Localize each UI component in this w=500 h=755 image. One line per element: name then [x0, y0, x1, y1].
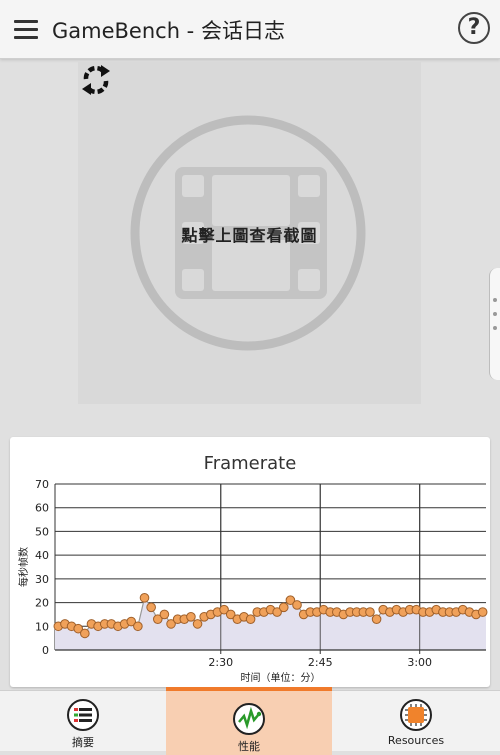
- menu-icon[interactable]: [10, 14, 42, 44]
- summary-list-icon: [67, 699, 99, 731]
- y-tick-label: 70: [35, 478, 49, 491]
- framerate-point: [133, 621, 143, 632]
- framerate-point: [159, 609, 170, 620]
- y-tick-label: 60: [35, 502, 49, 515]
- framerate-point: [292, 600, 302, 610]
- framerate-point: [192, 619, 203, 629]
- x-tick-label: 3:00: [407, 656, 432, 669]
- side-drawer-handle[interactable]: [489, 268, 500, 380]
- cpu-chip-icon: [400, 699, 432, 731]
- y-tick-label: 0: [42, 644, 49, 657]
- y-tick-label: 10: [35, 620, 49, 633]
- framerate-chart: 0 10 20 30 40 50 60 70 2:30 2:45 3:00 时间（单位：分） 每秒帧数: [17, 478, 488, 684]
- x-tick-label: 2:45: [308, 656, 333, 669]
- nav-resources-label: Resources: [387, 734, 445, 747]
- session-screenshot[interactable]: 點擊上圖查看截圖: [78, 62, 421, 404]
- nav-summary-label: 摘要: [72, 736, 94, 749]
- y-tick-label: 30: [35, 573, 49, 586]
- performance-graph-icon: [233, 703, 265, 735]
- page-title: GameBench - 会话日志: [52, 19, 285, 43]
- nav-performance-tab[interactable]: 性能: [166, 687, 332, 755]
- y-tick-label: 20: [35, 597, 49, 610]
- app-bar: GameBench - 会话日志 ?: [0, 0, 500, 59]
- framerate-point: [80, 628, 90, 639]
- help-icon[interactable]: ?: [458, 12, 490, 44]
- nav-resources-tab[interactable]: Resources: [332, 691, 500, 751]
- framerate-point: [146, 602, 156, 613]
- framerate-point: [278, 602, 289, 613]
- framerate-point: [477, 607, 488, 617]
- bottom-navigation: 摘要 性能 Resources: [0, 687, 500, 755]
- framerate-point: [245, 614, 256, 624]
- y-tick-label: 40: [35, 549, 49, 562]
- x-axis-label: 时间（单位：分）: [241, 671, 321, 684]
- framerate-point: [371, 614, 382, 624]
- y-axis-label: 每秒帧数: [17, 547, 30, 587]
- view-screenshot-hint: 點擊上圖查看截圖: [181, 226, 318, 245]
- y-tick-label: 50: [35, 525, 49, 538]
- framerate-point: [186, 612, 196, 622]
- framerate-point: [365, 607, 375, 617]
- framerate-point: [139, 593, 150, 603]
- nav-performance-label: 性能: [238, 740, 260, 753]
- framerate-chart-card: Framerate 0 10 20 30 40 50 60 70 2:30 2:45 3:00 时间（…: [10, 437, 490, 687]
- refresh-icon[interactable]: [78, 62, 114, 98]
- x-tick-label: 2:30: [208, 656, 233, 669]
- nav-summary-tab[interactable]: 摘要: [0, 691, 166, 751]
